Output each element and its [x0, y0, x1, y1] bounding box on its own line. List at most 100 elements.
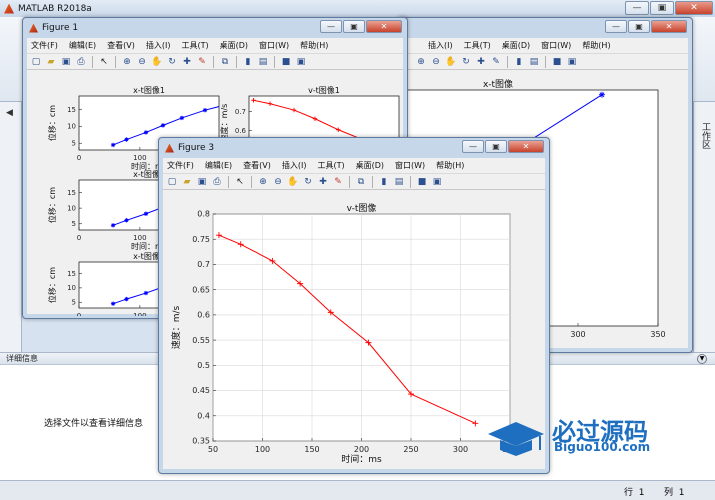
- menu-item-edit[interactable]: 编辑(E): [69, 40, 96, 51]
- pointer-icon[interactable]: ↖: [98, 56, 110, 68]
- rotate-icon[interactable]: ↻: [460, 56, 472, 68]
- close-button[interactable]: ✕: [651, 20, 687, 33]
- menu-item-help[interactable]: 帮助(H): [436, 160, 464, 171]
- close-button[interactable]: ✕: [675, 1, 713, 15]
- menu-item-edit[interactable]: 编辑(E): [205, 160, 232, 171]
- menu-item-window[interactable]: 窗口(W): [395, 160, 425, 171]
- close-button[interactable]: ✕: [366, 20, 402, 33]
- show-plot-tools-icon[interactable]: ▣: [295, 56, 307, 68]
- toolbar-separator: [545, 55, 546, 68]
- show-plot-tools-icon[interactable]: ▣: [431, 176, 443, 188]
- zoom-in-icon[interactable]: ⊕: [415, 56, 427, 68]
- pan-icon[interactable]: ✋: [287, 176, 299, 188]
- print-icon[interactable]: ⎙: [75, 56, 87, 68]
- matlab-caption-buttons: — ▣ ✕: [625, 1, 713, 15]
- workspace-tab[interactable]: 工作区: [699, 122, 712, 149]
- minimize-button[interactable]: —: [605, 20, 627, 33]
- current-folder-panel[interactable]: ◀: [0, 102, 22, 352]
- legend-icon[interactable]: ▤: [528, 56, 540, 68]
- colorbar-icon[interactable]: ▮: [513, 56, 525, 68]
- pan-icon[interactable]: ✋: [445, 56, 457, 68]
- menu-item-window[interactable]: 窗口(W): [259, 40, 289, 51]
- legend-icon[interactable]: ▤: [257, 56, 269, 68]
- menu-item[interactable]: 帮助(H): [582, 40, 610, 51]
- data-cursor-icon[interactable]: ✚: [181, 56, 193, 68]
- x-tick-label: 150: [304, 445, 319, 454]
- open-file-icon[interactable]: ▰: [181, 176, 193, 188]
- open-file-icon[interactable]: ▰: [45, 56, 57, 68]
- pointer-icon[interactable]: ↖: [234, 176, 246, 188]
- maximize-button[interactable]: ▣: [628, 20, 650, 33]
- menu-item-insert[interactable]: 插入(I): [282, 160, 307, 171]
- matlab-logo-icon: [4, 3, 14, 14]
- menu-item-view[interactable]: 查看(V): [107, 40, 135, 51]
- x-tick-label: 100: [133, 234, 146, 242]
- print-icon[interactable]: ⎙: [211, 176, 223, 188]
- zoom-in-icon[interactable]: ⊕: [121, 56, 133, 68]
- data-cursor-icon[interactable]: ✚: [317, 176, 329, 188]
- maximize-button[interactable]: ▣: [650, 1, 674, 15]
- hide-plot-tools-icon[interactable]: ■: [280, 56, 292, 68]
- workspace-panel[interactable]: 工作区: [693, 102, 715, 352]
- save-icon[interactable]: ▣: [196, 176, 208, 188]
- y-tick-label: 0.75: [192, 235, 210, 244]
- menu-item-desktop[interactable]: 桌面(D): [356, 160, 384, 171]
- x-tick-label: 350: [650, 330, 665, 339]
- brush-icon[interactable]: ✎: [490, 56, 502, 68]
- y-axis-label: 速度：m/s: [170, 305, 182, 349]
- new-figure-icon[interactable]: ▢: [30, 56, 42, 68]
- menu-item-help[interactable]: 帮助(H): [300, 40, 328, 51]
- save-icon[interactable]: ▣: [60, 56, 72, 68]
- menu-item-file[interactable]: 文件(F): [31, 40, 58, 51]
- link-plot-icon[interactable]: ⧉: [219, 56, 231, 68]
- zoom-out-icon[interactable]: ⊖: [136, 56, 148, 68]
- figure2-caption-buttons: — ▣ ✕: [605, 20, 687, 33]
- rotate-icon[interactable]: ↻: [302, 176, 314, 188]
- hide-plot-tools-icon[interactable]: ■: [551, 56, 563, 68]
- toolbar-separator: [349, 175, 350, 188]
- menu-item-tools[interactable]: 工具(T): [317, 160, 344, 171]
- menu-item[interactable]: 工具(T): [464, 40, 491, 51]
- rotate-icon[interactable]: ↻: [166, 56, 178, 68]
- zoom-out-icon[interactable]: ⊖: [272, 176, 284, 188]
- figure1-title: Figure 1: [42, 23, 79, 33]
- close-button[interactable]: ✕: [508, 140, 544, 153]
- menu-item-insert[interactable]: 插入(I): [146, 40, 171, 51]
- toolbar-separator: [228, 175, 229, 188]
- maximize-button[interactable]: ▣: [343, 20, 365, 33]
- menu-item-tools[interactable]: 工具(T): [181, 40, 208, 51]
- legend-icon[interactable]: ▤: [393, 176, 405, 188]
- collapse-arrow-icon[interactable]: ◀: [6, 108, 13, 118]
- y-tick-label: 5: [72, 140, 76, 148]
- minimize-button[interactable]: —: [320, 20, 342, 33]
- menu-item-file[interactable]: 文件(F): [167, 160, 194, 171]
- link-plot-icon[interactable]: ⧉: [355, 176, 367, 188]
- menu-item[interactable]: 窗口(W): [541, 40, 571, 51]
- toolbar-separator: [251, 175, 252, 188]
- minimize-button[interactable]: —: [625, 1, 649, 15]
- chevron-down-icon[interactable]: ▼: [697, 354, 707, 364]
- menu-item-desktop[interactable]: 桌面(D): [220, 40, 248, 51]
- brush-icon[interactable]: ✎: [332, 176, 344, 188]
- data-point: [143, 130, 149, 135]
- zoom-out-icon[interactable]: ⊖: [430, 56, 442, 68]
- brush-icon[interactable]: ✎: [196, 56, 208, 68]
- colorbar-icon[interactable]: ▮: [242, 56, 254, 68]
- pan-icon[interactable]: ✋: [151, 56, 163, 68]
- matlab-title-bar[interactable]: MATLAB R2018a: [0, 0, 715, 17]
- colorbar-icon[interactable]: ▮: [378, 176, 390, 188]
- menu-item[interactable]: 插入(I): [428, 40, 453, 51]
- x-tick-label: 0: [77, 154, 81, 162]
- plot-title: x-t图像1: [133, 85, 165, 95]
- maximize-button[interactable]: ▣: [485, 140, 507, 153]
- data-cursor-icon[interactable]: ✚: [475, 56, 487, 68]
- hide-plot-tools-icon[interactable]: ■: [416, 176, 428, 188]
- toolbar-separator: [115, 55, 116, 68]
- new-figure-icon[interactable]: ▢: [166, 176, 178, 188]
- menu-item[interactable]: 桌面(D): [502, 40, 530, 51]
- zoom-in-icon[interactable]: ⊕: [257, 176, 269, 188]
- plot-title: v-t图像1: [308, 85, 340, 95]
- menu-item-view[interactable]: 查看(V): [243, 160, 271, 171]
- show-plot-tools-icon[interactable]: ▣: [566, 56, 578, 68]
- minimize-button[interactable]: —: [462, 140, 484, 153]
